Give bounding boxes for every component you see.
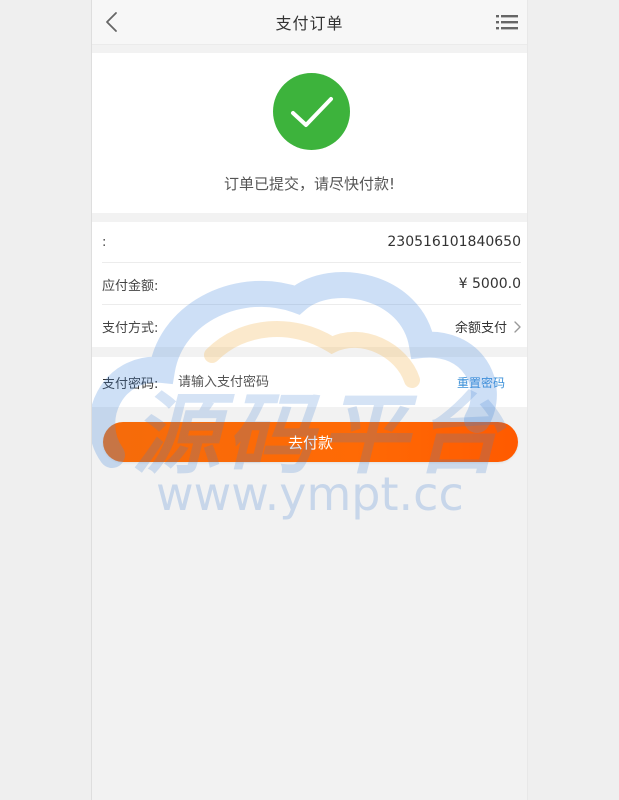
amount-row: 应付金额: ¥ 5000.0 [102, 264, 521, 305]
chevron-right-icon [514, 320, 521, 333]
page-title: 支付订单 [275, 14, 344, 33]
back-button[interactable] [96, 6, 128, 38]
password-input[interactable] [178, 371, 428, 393]
order-number-row: : 230516101840650 [102, 222, 521, 263]
order-info-panel: : 230516101840650 应付金额: ¥ 5000.0 支付方式: 余… [92, 222, 527, 347]
payment-method-value: 余额支付 [454, 321, 507, 336]
chevron-left-icon [106, 12, 117, 32]
pay-button[interactable]: 去付款 [103, 422, 518, 462]
navigation-bar: 支付订单 [92, 0, 527, 45]
menu-button[interactable] [491, 6, 523, 38]
amount-value: ¥ 5000.0 [458, 276, 521, 292]
success-message: 订单已提交，请尽快付款! [223, 175, 395, 193]
check-icon [290, 96, 333, 127]
success-badge [273, 73, 350, 150]
page-background: 支付订单 订单已提交，请尽快付款!: 230516101840650 应付金额… [0, 0, 619, 800]
password-label: 支付密码: [102, 377, 159, 392]
app-container: 支付订单 订单已提交，请尽快付款!: 230516101840650 应付金额… [91, 0, 528, 800]
list-menu-icon [496, 15, 518, 30]
order-number-label: : [102, 234, 107, 250]
payment-method-selector[interactable]: 余额支付 [455, 317, 521, 336]
amount-label: 应付金额: [102, 278, 159, 294]
payment-method-label: 支付方式: [102, 321, 159, 336]
password-panel: 支付密码: 重置密码 [92, 357, 527, 407]
success-panel: 订单已提交，请尽快付款! [92, 53, 527, 213]
payment-method-row[interactable]: 支付方式: 余额支付 [102, 306, 521, 347]
order-number-value: 230516101840650 [387, 234, 521, 250]
reset-password-link[interactable]: 重置密码 [457, 374, 505, 391]
